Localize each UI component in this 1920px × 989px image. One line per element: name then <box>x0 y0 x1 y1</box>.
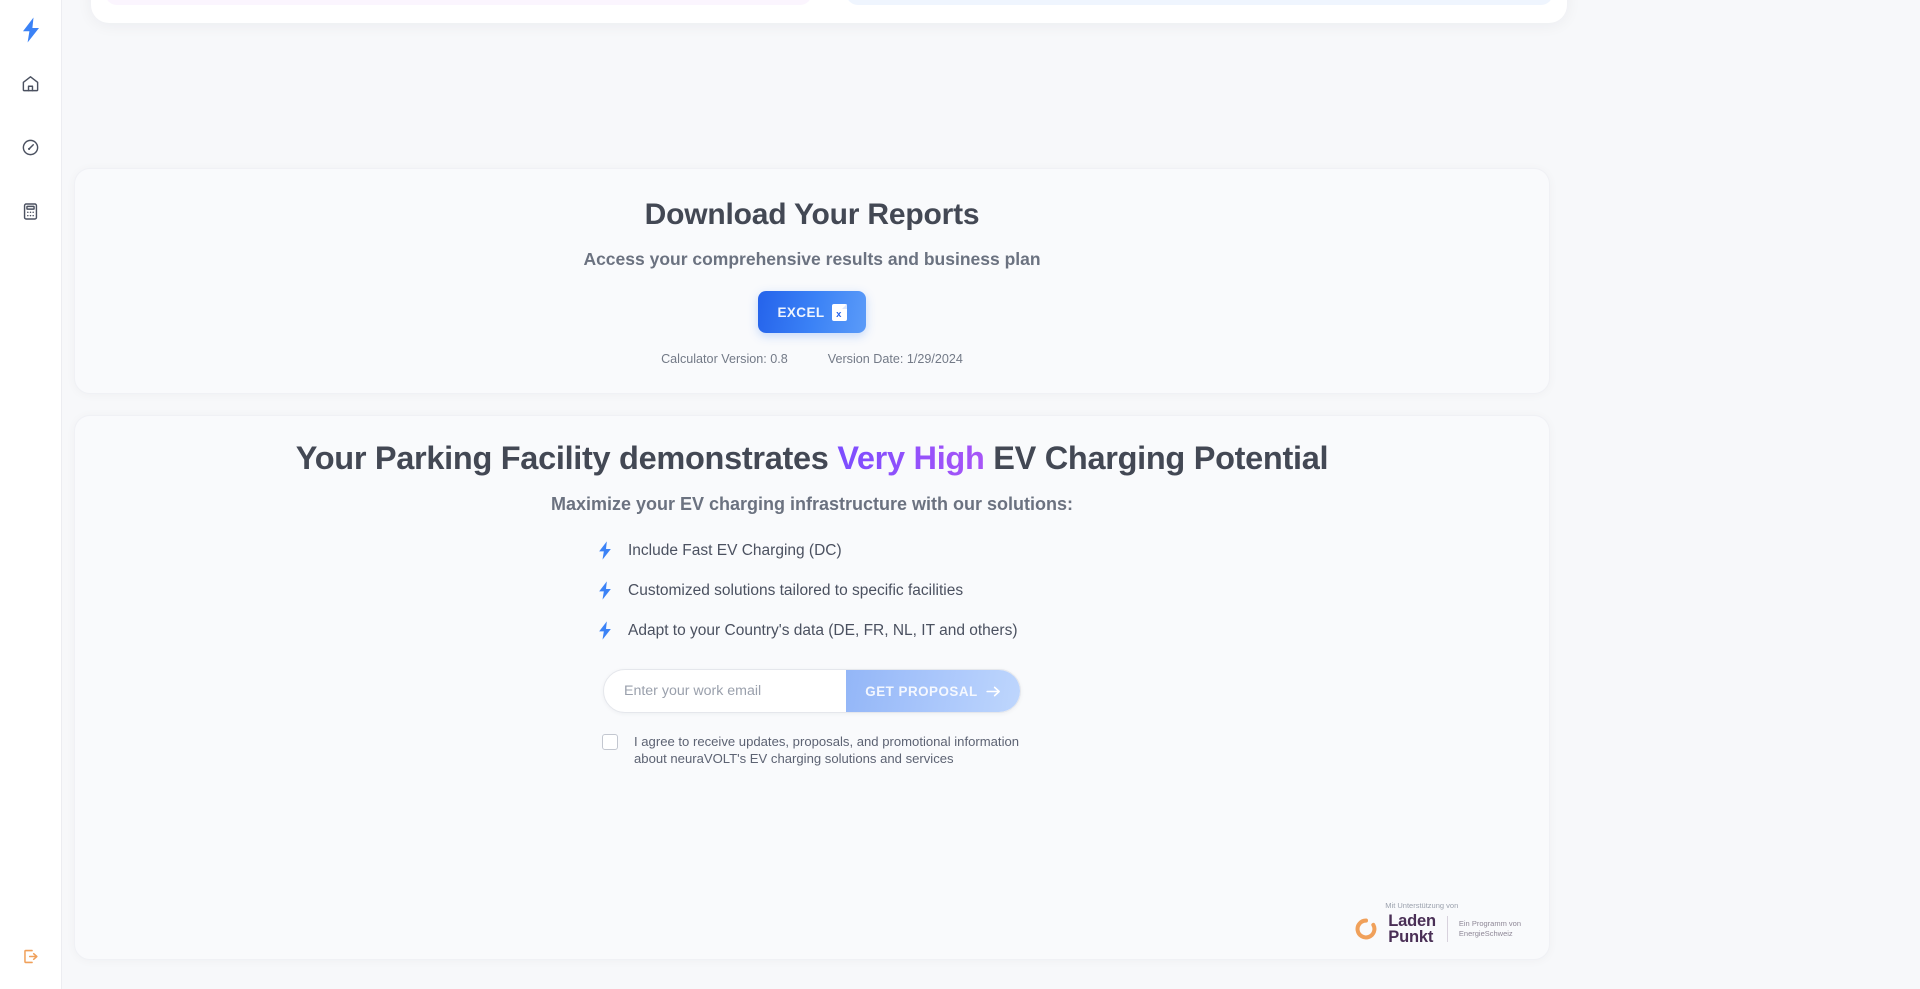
potential-rating: Very High <box>837 440 985 476</box>
benefits-list: Include Fast EV Charging (DC) Customized… <box>597 541 1027 640</box>
sidebar-item-calculator[interactable] <box>14 194 48 228</box>
benefit-label: Customized solutions tailored to specifi… <box>628 581 964 599</box>
app-logo[interactable] <box>11 10 51 50</box>
excel-button-label: EXCEL <box>777 304 825 320</box>
sidebar-item-dashboard[interactable] <box>14 130 48 164</box>
ev-potential-card: Your Parking Facility demonstrates Very … <box>74 415 1550 960</box>
list-item: Include Fast EV Charging (DC) <box>597 541 1027 560</box>
sponsor-brand-line2: Punkt <box>1388 928 1434 946</box>
download-reports-card: Download Your Reports Access your compre… <box>74 168 1550 394</box>
logout-icon <box>24 949 38 963</box>
sidebar-item-home[interactable] <box>14 66 48 100</box>
home-icon <box>22 75 39 91</box>
potential-subtitle: Maximize your EV charging infrastructure… <box>550 494 1074 514</box>
sponsor-body: Laden Punkt Ein Programm von EnergieSchw… <box>1355 913 1521 945</box>
sponsor-divider <box>1446 916 1448 942</box>
version-info: Calculator Version: 0.8 Version Date: 1/… <box>661 352 963 366</box>
sponsor-program-line2: EnergieSchweiz <box>1458 929 1513 938</box>
consent-row: I agree to receive updates, proposals, a… <box>602 733 1022 768</box>
laden-punkt-ring-icon <box>1355 918 1377 940</box>
arrow-right-icon <box>986 686 1000 696</box>
excel-file-icon: x <box>831 303 847 321</box>
email-input[interactable] <box>604 670 846 712</box>
version-date-label: Version Date: 1/29/2024 <box>827 352 963 366</box>
consent-checkbox[interactable] <box>602 734 618 750</box>
sponsor-program: Ein Programm von EnergieSchweiz <box>1459 919 1521 939</box>
sponsor-program-line1: Ein Programm von <box>1458 918 1521 928</box>
main-content: Site Infrastructure & Installation: proj… <box>62 0 1920 989</box>
sponsor-badge: Mit Unterstützung von Laden Punkt Ein Pr… <box>1355 901 1521 945</box>
get-proposal-label: GET PROPOSAL <box>865 683 978 699</box>
get-proposal-button[interactable]: GET PROPOSAL <box>846 670 1020 712</box>
sponsor-brand-line1: Laden <box>1388 912 1436 930</box>
list-item: Customized solutions tailored to specifi… <box>597 581 1027 600</box>
calculator-version-label: Calculator Version: 0.8 <box>661 352 788 366</box>
excel-icon-letter: x <box>836 308 842 320</box>
definitions-card: Site Infrastructure & Installation: proj… <box>91 0 1567 23</box>
potential-headline: Your Parking Facility demonstrates Very … <box>296 440 1329 477</box>
lightning-bolt-icon <box>599 541 611 560</box>
calculator-icon <box>23 202 38 220</box>
headline-prefix: Your Parking Facility demonstrates <box>295 440 838 476</box>
gauge-icon <box>22 139 39 155</box>
benefit-label: Adapt to your Country's data (DE, FR, NL… <box>628 621 1018 639</box>
sponsor-kicker: Mit Unterstützung von <box>1385 901 1459 910</box>
lead-capture-form: GET PROPOSAL <box>603 669 1021 713</box>
lightning-bolt-icon <box>599 581 611 600</box>
logout-button[interactable] <box>14 939 48 973</box>
download-excel-button[interactable]: EXCEL x <box>758 291 866 333</box>
list-item: Adapt to your Country's data (DE, FR, NL… <box>597 621 1027 640</box>
download-subtitle: Access your comprehensive results and bu… <box>583 249 1041 269</box>
capex-definitions-panel: Site Infrastructure & Installation: proj… <box>105 0 812 5</box>
sponsor-brand: Laden Punkt <box>1388 912 1436 946</box>
lightning-bolt-icon <box>22 17 39 43</box>
benefit-label: Include Fast EV Charging (DC) <box>628 541 842 559</box>
consent-label: I agree to receive updates, proposals, a… <box>634 734 1020 767</box>
app-sidebar <box>0 0 62 989</box>
headline-suffix: EV Charging Potential <box>984 440 1329 476</box>
lightning-bolt-icon <box>599 621 611 640</box>
opex-definitions-panel: Operating Margin: Projected net profit a… <box>846 0 1553 5</box>
sidebar-nav <box>14 66 48 228</box>
page-title: Download Your Reports <box>644 198 980 231</box>
